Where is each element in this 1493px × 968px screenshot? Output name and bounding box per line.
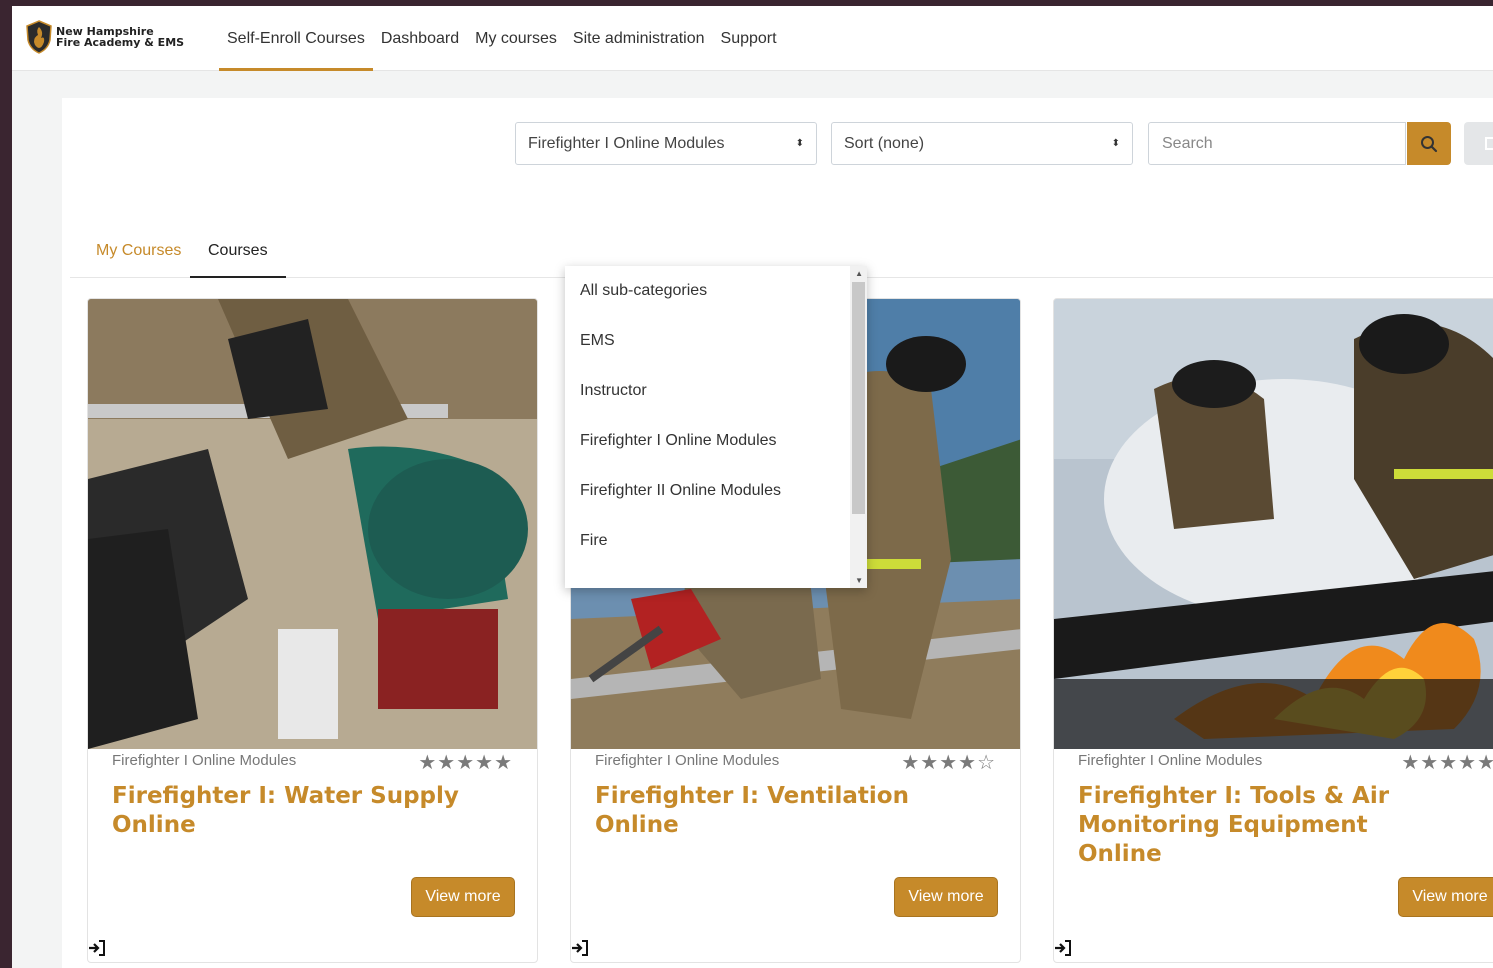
category-select[interactable]: Firefighter I Online Modules ⬍ [515, 122, 817, 165]
scrollbar-thumb[interactable] [852, 282, 865, 514]
app-window: New Hampshire Fire Academy & EMS Self-En… [12, 6, 1493, 968]
dropdown-option-firefighter-ii[interactable]: Firefighter II Online Modules [565, 466, 867, 516]
primary-nav: Self-Enroll Courses Dashboard My courses… [219, 6, 785, 71]
grid-view-icon [1485, 137, 1493, 150]
select-arrows-icon: ⬍ [795, 138, 804, 149]
view-more-button[interactable]: View more [1398, 877, 1493, 917]
view-more-button[interactable]: View more [411, 877, 515, 917]
nav-my-courses[interactable]: My courses [467, 6, 565, 71]
nav-dashboard[interactable]: Dashboard [373, 6, 467, 71]
enrol-icon[interactable] [571, 940, 589, 956]
select-arrows-icon: ⬍ [1111, 138, 1120, 149]
dropdown-scrollbar[interactable]: ▲ ▼ [850, 266, 867, 588]
course-title[interactable]: Firefighter I: Tools & Air Monitoring Eq… [1078, 782, 1458, 869]
tab-courses[interactable]: Courses [190, 243, 286, 278]
brand-name: New Hampshire Fire Academy & EMS [56, 26, 184, 48]
enrol-icon[interactable] [1054, 940, 1072, 956]
course-title[interactable]: Firefighter I: Ventilation Online [595, 782, 995, 840]
sort-select[interactable]: Sort (none) ⬍ [831, 122, 1133, 165]
category-dropdown-list: All sub-categories EMS Instructor Firefi… [565, 266, 867, 588]
search-input[interactable] [1148, 122, 1406, 165]
main-content: Firefighter I Online Modules ⬍ Sort (non… [62, 98, 1493, 968]
course-category: Firefighter I Online Modules [1078, 752, 1263, 769]
search-icon [1421, 135, 1438, 152]
nav-support[interactable]: Support [713, 6, 785, 71]
course-card: Firefighter I Online Modules ★★★★★ Firef… [1053, 298, 1493, 963]
dropdown-option-firefighter-i[interactable]: Firefighter I Online Modules [565, 416, 867, 466]
sort-select-value: Sort (none) [844, 135, 925, 152]
site-logo[interactable]: New Hampshire Fire Academy & EMS [26, 20, 184, 54]
category-select-value: Firefighter I Online Modules [528, 135, 725, 152]
brand-line-2: Fire Academy & EMS [56, 36, 185, 49]
grid-view-toggle[interactable] [1464, 122, 1493, 165]
scroll-up-icon[interactable]: ▲ [855, 269, 863, 278]
course-card: Firefighter I Online Modules ★★★★★ Firef… [87, 298, 538, 963]
rating-stars: ★★★★★ [1401, 752, 1493, 774]
view-more-button[interactable]: View more [894, 877, 998, 917]
shield-logo-icon [26, 20, 52, 54]
scroll-down-icon[interactable]: ▼ [855, 576, 863, 585]
rating-stars: ★★★★★ [418, 752, 513, 774]
course-image-tools-air-monitoring[interactable] [1054, 299, 1493, 749]
course-category: Firefighter I Online Modules [112, 752, 297, 769]
course-title[interactable]: Firefighter I: Water Supply Online [112, 782, 512, 840]
dropdown-option-instructor[interactable]: Instructor [565, 366, 867, 416]
dropdown-option-ems[interactable]: EMS [565, 316, 867, 366]
rating-stars: ★★★★☆ [901, 752, 996, 774]
tab-my-courses[interactable]: My Courses [78, 243, 199, 278]
dropdown-option-fire[interactable]: Fire [565, 516, 867, 566]
top-navbar: New Hampshire Fire Academy & EMS Self-En… [12, 6, 1493, 71]
dropdown-option-all-sub-categories[interactable]: All sub-categories [565, 266, 867, 316]
course-image-water-supply[interactable] [88, 299, 537, 749]
nav-site-administration[interactable]: Site administration [565, 6, 713, 71]
course-category: Firefighter I Online Modules [595, 752, 780, 769]
enrol-icon[interactable] [88, 940, 106, 956]
search-button[interactable] [1407, 122, 1451, 165]
nav-self-enroll-courses[interactable]: Self-Enroll Courses [219, 6, 373, 71]
